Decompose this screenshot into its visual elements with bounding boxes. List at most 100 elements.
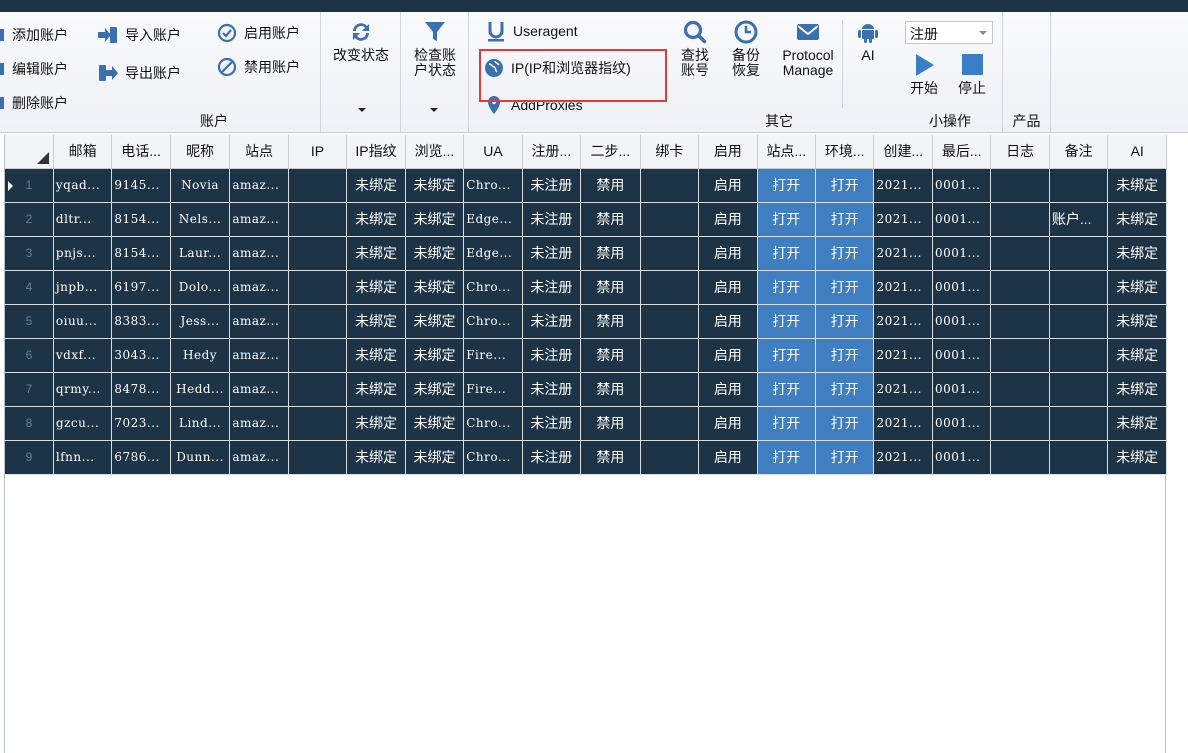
column-header[interactable]: 最后... — [932, 135, 992, 169]
row-header[interactable]: 8 — [5, 406, 54, 441]
table-cell[interactable]: 未绑定 — [346, 304, 406, 339]
table-cell[interactable]: 禁用 — [580, 406, 641, 441]
table-cell[interactable] — [288, 236, 348, 271]
row-header[interactable]: 9 — [5, 440, 54, 475]
table-cell[interactable]: 8383... — [111, 304, 171, 339]
table-row[interactable]: 6 vdxf... 3043... Hedy amaz... 未绑定 未绑定 Fire... 未… — [5, 338, 1167, 373]
table-cell[interactable]: 2021... — [873, 270, 933, 305]
open-site-button[interactable]: 打开 — [757, 372, 817, 407]
table-cell[interactable] — [990, 202, 1050, 237]
protocol-manage-button[interactable]: Protocol Manage — [775, 18, 841, 78]
table-cell[interactable]: Chro... — [463, 440, 523, 475]
table-cell[interactable]: Jess... — [170, 304, 231, 339]
column-header[interactable]: 昵称 — [170, 135, 231, 169]
edit-account-button[interactable]: 编辑账户 — [0, 58, 68, 80]
table-cell[interactable]: 启用 — [698, 440, 758, 475]
table-cell[interactable]: 0001... — [932, 338, 992, 373]
check-status-dropdown-arrow[interactable] — [430, 108, 438, 112]
operation-select[interactable]: 注册 — [905, 21, 993, 44]
table-cell[interactable]: 未绑定 — [1107, 236, 1167, 271]
select-all-corner[interactable] — [5, 135, 54, 169]
table-cell[interactable]: 2021... — [873, 236, 933, 271]
table-cell[interactable] — [640, 372, 700, 407]
table-cell[interactable]: 未绑定 — [405, 202, 465, 237]
table-cell[interactable] — [1049, 338, 1109, 373]
table-cell[interactable]: 2021... — [873, 202, 933, 237]
table-cell[interactable]: 启用 — [698, 338, 758, 373]
table-cell[interactable]: 未绑定 — [405, 440, 465, 475]
table-cell[interactable]: 未绑定 — [346, 440, 406, 475]
row-header[interactable]: 4 — [5, 270, 54, 305]
table-cell[interactable]: amaz... — [229, 406, 289, 441]
table-cell[interactable]: amaz... — [229, 270, 289, 305]
table-cell[interactable] — [288, 406, 348, 441]
open-site-button[interactable]: 打开 — [757, 270, 817, 305]
table-cell[interactable]: 未绑定 — [405, 304, 465, 339]
table-cell[interactable]: 禁用 — [580, 270, 641, 305]
table-cell[interactable]: amaz... — [229, 202, 289, 237]
table-row[interactable]: 2 dltr... 8154... Nels... amaz... 未绑定 未绑定 Edge.… — [5, 202, 1167, 237]
table-cell[interactable]: Chro... — [463, 304, 523, 339]
table-cell[interactable]: Nels... — [170, 202, 231, 237]
column-header[interactable]: 启用 — [698, 135, 758, 169]
start-button[interactable]: 开始 — [906, 51, 942, 96]
table-cell[interactable]: 未绑定 — [346, 236, 406, 271]
row-header[interactable]: 2 — [5, 202, 54, 237]
table-cell[interactable]: 未绑定 — [405, 406, 465, 441]
table-cell[interactable]: 启用 — [698, 406, 758, 441]
table-cell[interactable]: oiuu... — [53, 304, 113, 339]
table-cell[interactable]: 0001... — [932, 202, 992, 237]
table-cell[interactable]: 禁用 — [580, 202, 641, 237]
table-cell[interactable]: amaz... — [229, 236, 289, 271]
table-cell[interactable]: 未绑定 — [1107, 406, 1167, 441]
table-cell[interactable]: gzcu... — [53, 406, 113, 441]
table-cell[interactable] — [640, 406, 700, 441]
column-header[interactable]: 邮箱 — [53, 135, 113, 169]
table-cell[interactable]: qrmy... — [53, 372, 113, 407]
table-cell[interactable]: 禁用 — [580, 338, 641, 373]
table-cell[interactable] — [990, 236, 1050, 271]
table-cell[interactable]: 未绑定 — [346, 338, 406, 373]
table-cell[interactable]: Novia — [170, 168, 231, 203]
table-cell[interactable]: 未注册 — [522, 440, 582, 475]
table-cell[interactable]: 6197... — [111, 270, 171, 305]
table-cell[interactable]: Dunn... — [170, 440, 231, 475]
table-cell[interactable]: 未绑定 — [405, 236, 465, 271]
table-cell[interactable] — [990, 440, 1050, 475]
column-header[interactable]: 环境... — [815, 135, 875, 169]
table-cell[interactable]: amaz... — [229, 372, 289, 407]
table-cell[interactable]: 未绑定 — [1107, 440, 1167, 475]
table-cell[interactable] — [288, 304, 348, 339]
table-cell[interactable]: 0001... — [932, 406, 992, 441]
column-header[interactable]: IP指纹 — [346, 135, 406, 169]
table-cell[interactable]: amaz... — [229, 304, 289, 339]
table-cell[interactable] — [288, 372, 348, 407]
table-cell[interactable]: 未绑定 — [346, 168, 406, 203]
table-cell[interactable] — [1049, 168, 1109, 203]
table-cell[interactable]: Dolo... — [170, 270, 231, 305]
table-cell[interactable]: 启用 — [698, 304, 758, 339]
change-status-dropdown-arrow[interactable] — [358, 108, 366, 112]
table-cell[interactable]: 6786... — [111, 440, 171, 475]
table-cell[interactable]: dltr... — [53, 202, 113, 237]
table-cell[interactable]: 2021... — [873, 168, 933, 203]
table-cell[interactable]: Laur... — [170, 236, 231, 271]
table-cell[interactable]: 2021... — [873, 406, 933, 441]
table-cell[interactable]: 启用 — [698, 270, 758, 305]
table-cell[interactable]: 禁用 — [580, 168, 641, 203]
table-cell[interactable]: 未注册 — [522, 372, 582, 407]
table-cell[interactable] — [640, 304, 700, 339]
table-cell[interactable]: 未绑定 — [405, 372, 465, 407]
open-site-button[interactable]: 打开 — [757, 338, 817, 373]
table-cell[interactable]: 未注册 — [522, 338, 582, 373]
table-cell[interactable]: 未注册 — [522, 406, 582, 441]
open-site-button[interactable]: 打开 — [757, 440, 817, 475]
import-account-button[interactable]: 导入账户 — [97, 24, 181, 46]
table-cell[interactable]: 0001... — [932, 168, 992, 203]
table-cell[interactable]: 未绑定 — [1107, 270, 1167, 305]
table-cell[interactable]: Chro... — [463, 270, 523, 305]
open-site-button[interactable]: 打开 — [757, 202, 817, 237]
export-account-button[interactable]: 导出账户 — [97, 62, 181, 84]
open-site-button[interactable]: 打开 — [757, 304, 817, 339]
table-cell[interactable]: 禁用 — [580, 236, 641, 271]
